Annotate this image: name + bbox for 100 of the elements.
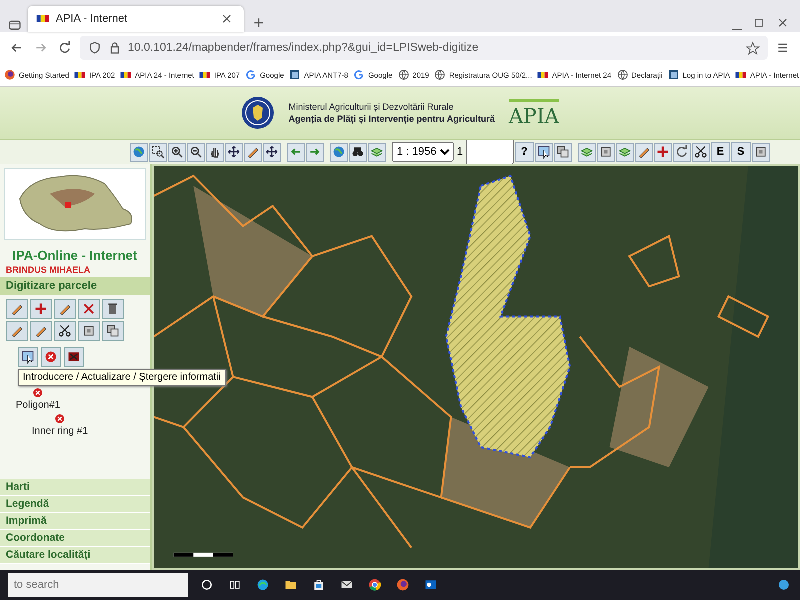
user-name: BRINDUS MIHAELA [5, 264, 92, 277]
scissors-button[interactable] [692, 142, 710, 162]
add-button[interactable] [654, 142, 672, 162]
previous-extent-button[interactable] [287, 142, 305, 162]
lock-icon [108, 41, 122, 55]
next-extent-button[interactable] [306, 142, 324, 162]
crest-emblem-icon [240, 96, 275, 130]
cursor-button[interactable] [534, 142, 553, 162]
squares-icon [106, 324, 120, 338]
delete-point-button[interactable] [78, 299, 100, 319]
draw-tool-button[interactable] [54, 299, 76, 319]
split-button[interactable] [54, 321, 76, 341]
binoculars-button[interactable] [349, 142, 367, 162]
menu-item[interactable]: Harti [0, 479, 150, 496]
selected-parcel[interactable] [445, 174, 572, 459]
layers-icon [618, 145, 632, 159]
refresh-button[interactable] [672, 142, 691, 162]
move-arrows-button[interactable] [263, 142, 281, 162]
delete-button[interactable] [102, 299, 124, 319]
merge-button[interactable] [78, 321, 100, 341]
edit-button[interactable] [634, 142, 653, 162]
trash-icon [106, 302, 120, 316]
globe-icon [434, 69, 446, 81]
bag-icon [312, 578, 326, 592]
scissors-icon [58, 324, 72, 338]
app-title: IPA-Online - Internet [12, 248, 138, 263]
browser-logo-icon [256, 578, 270, 592]
flag-icon [537, 69, 550, 81]
full-extent-button[interactable] [330, 142, 348, 162]
squares-button[interactable] [554, 142, 572, 162]
menu-item[interactable]: Căutare localități [0, 547, 150, 564]
browser-tab[interactable]: APIA - Internet [28, 6, 244, 32]
square-icon [82, 324, 96, 338]
move-arrows-icon [227, 145, 241, 159]
copy-button[interactable] [102, 321, 124, 341]
layers-icon [580, 145, 594, 159]
globe-button[interactable] [130, 142, 148, 162]
layers-button[interactable] [368, 142, 386, 162]
add-point-button[interactable] [30, 299, 52, 319]
flag-icon [74, 69, 86, 81]
scale-input-label: 1 [457, 146, 464, 158]
squares-icon [556, 145, 570, 159]
delete-button[interactable] [41, 347, 61, 367]
edit-info-button[interactable] [18, 347, 38, 367]
plus-icon [656, 145, 670, 159]
draw-tool-button[interactable] [6, 299, 28, 319]
move-arrows-button[interactable] [225, 142, 243, 162]
zoom-box-icon [151, 145, 165, 159]
url-text: 10.0.101.24/mapbender/frames/index.php?&gui_id=LPISweb-digitize [128, 42, 479, 54]
layer-tool-button[interactable] [616, 142, 634, 162]
browser-logo-icon [396, 578, 410, 592]
flag-icon [199, 69, 212, 81]
agency-logo: APIA [508, 98, 560, 128]
address-bar[interactable]: 10.0.101.24/mapbender/frames/index.php?&gui_id=LPISweb-digitize [80, 36, 768, 60]
minimize-button[interactable] [730, 27, 744, 32]
zoom-in-button[interactable] [168, 142, 186, 162]
scale-select[interactable]: 1 : 1956 [392, 142, 454, 162]
layers-icon [370, 145, 384, 159]
feature-item[interactable]: Poligon#1 [16, 387, 60, 411]
tabs-icon [8, 18, 22, 32]
shield-icon [88, 41, 102, 55]
plus-icon [34, 302, 48, 316]
country-minimap[interactable] [4, 168, 146, 240]
hand-button[interactable] [206, 142, 224, 162]
back-icon [10, 41, 24, 55]
zoom-out-button[interactable] [187, 142, 205, 162]
layer-button[interactable] [578, 142, 596, 162]
zoom-in-icon [170, 145, 184, 159]
mail-app-icon [424, 578, 438, 592]
tool-button[interactable]: E [710, 142, 730, 162]
help-button[interactable]: ? [515, 142, 534, 162]
globe-icon [132, 145, 146, 159]
google-g-icon [245, 69, 258, 81]
globe-icon [332, 145, 346, 159]
menu-item[interactable]: Legendă [0, 496, 150, 513]
menu-item[interactable]: Coordonate [0, 530, 150, 547]
forward-icon [34, 41, 48, 55]
draw-tool-button[interactable] [6, 321, 28, 341]
search-field[interactable]: to search [8, 573, 188, 597]
app-icon [668, 69, 680, 81]
export-button[interactable] [752, 142, 770, 162]
cross-icon [82, 302, 96, 316]
move-arrows-icon [265, 145, 279, 159]
browser-logo-icon [4, 69, 16, 81]
zoom-out-icon [189, 145, 203, 159]
google-g-icon [353, 69, 366, 81]
panel-header: Digitizare parcele [0, 277, 150, 295]
feature-item[interactable]: Inner ring #1 [32, 413, 88, 437]
square-button[interactable] [596, 142, 615, 162]
zoom-box-button[interactable] [149, 142, 167, 162]
tool-button[interactable]: S [731, 142, 751, 162]
scale-input[interactable] [466, 140, 514, 164]
square-icon [754, 145, 768, 159]
remove-button[interactable] [64, 347, 84, 367]
menu-item[interactable]: Imprimă [0, 513, 150, 530]
feature-label: Poligon#1 [16, 400, 60, 411]
browser-logo-icon [368, 578, 382, 592]
draw-tool-button[interactable] [30, 321, 52, 341]
star-icon [746, 41, 760, 55]
pencil-button[interactable] [244, 142, 262, 162]
